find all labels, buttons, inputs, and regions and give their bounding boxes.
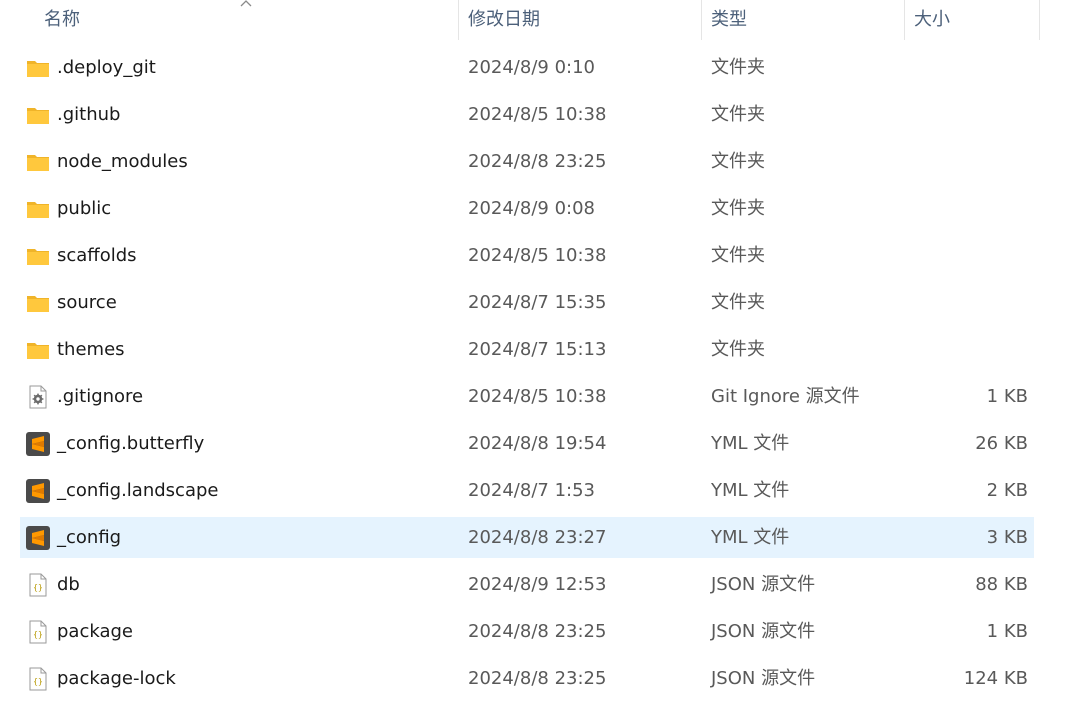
file-size: 1 KB xyxy=(986,386,1028,407)
file-row[interactable]: _config.butterfly 2024/8/8 19:54 YML 文件 26 … xyxy=(20,423,1034,464)
file-name: db xyxy=(57,574,80,595)
file-name: package xyxy=(57,621,133,642)
column-header-size[interactable]: 大小 xyxy=(906,0,1040,40)
file-name: .github xyxy=(57,104,121,125)
file-modified-date: 2024/8/8 23:25 xyxy=(468,151,607,172)
file-modified-date: 2024/8/9 0:08 xyxy=(468,198,595,219)
column-divider[interactable] xyxy=(904,0,905,40)
file-row[interactable]: source 2024/8/7 15:35 文件夹 xyxy=(20,282,1034,323)
file-type: JSON 源文件 xyxy=(711,668,816,689)
file-row[interactable]: _config.landscape 2024/8/7 1:53 YML 文件 2 KB xyxy=(20,470,1034,511)
svg-text:{}: {} xyxy=(33,677,43,686)
file-row[interactable]: public 2024/8/9 0:08 文件夹 xyxy=(20,188,1034,229)
column-header-date[interactable]: 修改日期 xyxy=(460,0,702,40)
file-modified-date: 2024/8/7 15:13 xyxy=(468,339,607,360)
json-file-icon: {} xyxy=(26,667,50,691)
file-name: scaffolds xyxy=(57,245,137,266)
file-modified-date: 2024/8/5 10:38 xyxy=(468,386,607,407)
file-size: 26 KB xyxy=(975,433,1028,454)
file-name: package-lock xyxy=(57,668,176,689)
column-divider[interactable] xyxy=(701,0,702,40)
file-row-selected[interactable]: _config 2024/8/8 23:27 YML 文件 3 KB xyxy=(20,517,1034,558)
file-modified-date: 2024/8/9 0:10 xyxy=(468,57,595,78)
file-type: 文件夹 xyxy=(711,151,765,172)
settings-file-icon xyxy=(26,385,50,409)
folder-icon xyxy=(26,103,50,127)
file-modified-date: 2024/8/8 23:27 xyxy=(468,527,607,548)
folder-icon xyxy=(26,150,50,174)
file-size: 2 KB xyxy=(986,480,1028,501)
sublime-file-icon xyxy=(26,432,50,456)
folder-icon xyxy=(26,56,50,80)
file-name: themes xyxy=(57,339,125,360)
file-modified-date: 2024/8/5 10:38 xyxy=(468,104,607,125)
file-size: 88 KB xyxy=(975,574,1028,595)
file-row[interactable]: scaffolds 2024/8/5 10:38 文件夹 xyxy=(20,235,1034,276)
file-size: 3 KB xyxy=(986,527,1028,548)
file-modified-date: 2024/8/8 23:25 xyxy=(468,668,607,689)
file-modified-date: 2024/8/7 15:35 xyxy=(468,292,607,313)
file-name: node_modules xyxy=(57,151,188,172)
column-header-bar: 名称 修改日期 类型 大小 xyxy=(0,0,1068,40)
file-row[interactable]: {} package-lock 2024/8/8 23:25 JSON 源文件 124 … xyxy=(20,658,1034,699)
file-type: 文件夹 xyxy=(711,245,765,266)
file-modified-date: 2024/8/8 19:54 xyxy=(468,433,607,454)
folder-icon xyxy=(26,291,50,315)
file-row[interactable]: .gitignore 2024/8/5 10:38 Git Ignore 源文件 1 … xyxy=(20,376,1034,417)
file-name: _config.butterfly xyxy=(57,433,205,454)
json-file-icon: {} xyxy=(26,620,50,644)
file-row[interactable]: .github 2024/8/5 10:38 文件夹 xyxy=(20,94,1034,135)
file-modified-date: 2024/8/5 10:38 xyxy=(468,245,607,266)
file-modified-date: 2024/8/9 12:53 xyxy=(468,574,607,595)
file-type: 文件夹 xyxy=(711,198,765,219)
file-name: _config.landscape xyxy=(57,480,219,501)
file-modified-date: 2024/8/7 1:53 xyxy=(468,480,595,501)
sublime-file-icon xyxy=(26,526,50,550)
svg-text:{}: {} xyxy=(33,630,43,639)
sublime-file-icon xyxy=(26,479,50,503)
column-header-name[interactable]: 名称 xyxy=(36,0,456,40)
file-explorer: 名称 修改日期 类型 大小 .deploy_git 2024/8/9 0:10 文件… xyxy=(0,0,1068,727)
file-row[interactable]: node_modules 2024/8/8 23:25 文件夹 xyxy=(20,141,1034,182)
file-type: JSON 源文件 xyxy=(711,621,816,642)
file-type: Git Ignore 源文件 xyxy=(711,386,860,407)
json-file-icon: {} xyxy=(26,573,50,597)
file-modified-date: 2024/8/8 23:25 xyxy=(468,621,607,642)
file-name: source xyxy=(57,292,117,313)
column-divider[interactable] xyxy=(1039,0,1040,40)
file-size: 1 KB xyxy=(986,621,1028,642)
column-divider[interactable] xyxy=(458,0,459,40)
file-type: 文件夹 xyxy=(711,339,765,360)
file-row[interactable]: {} package 2024/8/8 23:25 JSON 源文件 1 KB xyxy=(20,611,1034,652)
file-row[interactable]: .deploy_git 2024/8/9 0:10 文件夹 xyxy=(20,47,1034,88)
file-size: 124 KB xyxy=(963,668,1028,689)
file-type: YML 文件 xyxy=(711,480,790,501)
folder-icon xyxy=(26,197,50,221)
file-type: JSON 源文件 xyxy=(711,574,816,595)
file-row[interactable]: themes 2024/8/7 15:13 文件夹 xyxy=(20,329,1034,370)
file-row[interactable]: {} db 2024/8/9 12:53 JSON 源文件 88 KB xyxy=(20,564,1034,605)
file-type: 文件夹 xyxy=(711,104,765,125)
file-type: YML 文件 xyxy=(711,433,790,454)
file-name: .gitignore xyxy=(57,386,144,407)
folder-icon xyxy=(26,338,50,362)
column-header-type[interactable]: 类型 xyxy=(703,0,905,40)
file-name: public xyxy=(57,198,112,219)
file-name: _config xyxy=(57,527,122,548)
svg-text:{}: {} xyxy=(33,583,43,592)
folder-icon xyxy=(26,244,50,268)
file-type: 文件夹 xyxy=(711,57,765,78)
file-name: .deploy_git xyxy=(57,57,156,78)
file-type: 文件夹 xyxy=(711,292,765,313)
file-type: YML 文件 xyxy=(711,527,790,548)
